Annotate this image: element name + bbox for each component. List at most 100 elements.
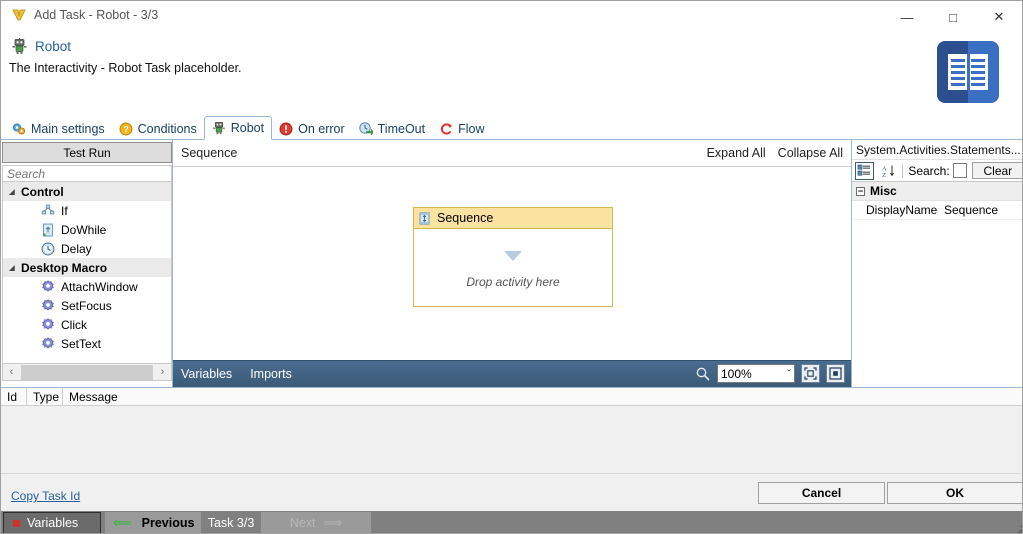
zoom-level-combobox[interactable]: 100% ˇ: [717, 364, 795, 383]
tree-group-control[interactable]: ◢ Control: [3, 182, 171, 201]
tab-label: Robot: [230, 121, 265, 135]
clock-icon: [41, 242, 55, 256]
flow-icon: [439, 122, 453, 136]
scrollbar-thumb[interactable]: [21, 364, 153, 380]
ok-button[interactable]: OK: [887, 482, 1022, 504]
close-button[interactable]: ✕: [976, 1, 1022, 33]
fit-to-screen-button[interactable]: [801, 364, 820, 383]
property-grid: System.Activities.Statements... A Z Sear…: [851, 140, 1022, 387]
workflow-canvas: Sequence Expand All Collapse All Sequenc…: [173, 140, 851, 387]
svg-text:Z: Z: [882, 172, 886, 178]
column-header-type[interactable]: Type: [27, 388, 63, 405]
expander-icon[interactable]: ◢: [3, 188, 21, 196]
maximize-button[interactable]: □: [930, 1, 976, 33]
book-line: [971, 59, 985, 62]
tree-group-desktop-macro[interactable]: ◢ Desktop Macro: [3, 258, 171, 277]
tree-item-click[interactable]: Click: [3, 315, 171, 334]
title-bar: Add Task - Robot - 3/3 — □ ✕: [1, 1, 1022, 34]
collapse-all-link[interactable]: Collapse All: [778, 146, 843, 160]
toolbar-separator: [902, 163, 904, 178]
header-title: Robot: [35, 39, 72, 54]
scroll-right-icon[interactable]: ›: [154, 366, 171, 378]
tree-item-if[interactable]: If: [3, 201, 171, 220]
variables-indicator-icon: [13, 519, 20, 527]
dialog-header: Robot The Interactivity - Robot Task pla…: [1, 34, 1022, 116]
tree-item-delay[interactable]: Delay: [3, 239, 171, 258]
message-grid: Id Type Message: [1, 387, 1022, 473]
tab-label: Main settings: [31, 121, 105, 136]
property-search-label: Search:: [908, 163, 950, 178]
canvas-surface[interactable]: Sequence Drop activity here: [173, 167, 851, 360]
sequence-activity[interactable]: Sequence Drop activity here: [413, 207, 613, 307]
book-line: [971, 65, 985, 68]
book-line: [971, 83, 985, 86]
tab-strip: Main settings ? Conditions Robot On erro…: [1, 116, 1022, 140]
tree-item-label: Delay: [61, 241, 92, 256]
property-row[interactable]: DisplayName Sequence: [852, 201, 1022, 220]
book-line: [951, 65, 965, 68]
tab-label: TimeOut: [377, 121, 426, 136]
categorized-view-icon[interactable]: [855, 161, 874, 180]
chevron-down-icon[interactable]: ˇ: [787, 367, 791, 381]
imports-panel-tab[interactable]: Imports: [250, 367, 292, 381]
sequence-icon: [418, 211, 431, 225]
toolbox-search-input[interactable]: Search: [2, 165, 172, 182]
expander-icon[interactable]: ◢: [3, 264, 21, 272]
tree-item-attachwindow[interactable]: AttachWindow: [3, 277, 171, 296]
expand-all-link[interactable]: Expand All: [707, 146, 766, 160]
copy-task-id-link[interactable]: Copy Task Id: [11, 489, 80, 503]
tab-main-settings[interactable]: Main settings: [5, 117, 112, 140]
tab-timeout[interactable]: TimeOut: [352, 117, 432, 140]
cancel-button[interactable]: Cancel: [758, 482, 885, 504]
alphabetical-sort-icon[interactable]: A Z: [879, 162, 898, 180]
tab-conditions[interactable]: ? Conditions: [112, 117, 204, 140]
collapse-icon[interactable]: −: [856, 186, 865, 196]
tab-on-error[interactable]: On error: [272, 117, 352, 140]
tree-item-setfocus[interactable]: SetFocus: [3, 296, 171, 315]
column-header-id[interactable]: Id: [1, 388, 27, 405]
previous-button[interactable]: ⟸ Previous: [105, 512, 201, 533]
variables-panel-tab[interactable]: Variables: [181, 367, 232, 381]
canvas-toolbar: Sequence Expand All Collapse All: [173, 140, 851, 167]
next-label: Next: [289, 516, 316, 530]
minimize-button[interactable]: —: [884, 1, 930, 33]
scroll-left-icon[interactable]: ‹: [3, 366, 20, 378]
tab-robot[interactable]: Robot: [203, 116, 273, 140]
magnifier-icon[interactable]: [695, 366, 711, 382]
tab-list: Main settings ? Conditions Robot On erro…: [5, 116, 492, 140]
activity-tree[interactable]: ◢ Control If DoWhile Delay ◢ Desktop Mac…: [2, 182, 172, 363]
sequence-activity-header[interactable]: Sequence: [414, 208, 612, 229]
title-bar-left: Add Task - Robot - 3/3: [11, 7, 158, 23]
canvas-panel-tabs: Variables Imports: [181, 367, 292, 381]
tree-group-label: Desktop Macro: [21, 260, 108, 275]
property-category-misc[interactable]: − Misc: [852, 182, 1022, 201]
add-task-dialog: Add Task - Robot - 3/3 — □ ✕ Robot The I…: [0, 0, 1023, 534]
property-value[interactable]: Sequence: [940, 203, 1022, 217]
drop-arrow-icon: [504, 251, 522, 261]
next-button[interactable]: Next ⟹: [261, 512, 371, 533]
status-variables-button[interactable]: Variables: [3, 512, 101, 533]
gear-icon: [41, 298, 55, 313]
toolbox-horizontal-scrollbar[interactable]: ‹ ›: [2, 363, 172, 381]
tree-item-label: If: [61, 203, 68, 218]
overview-map-button[interactable]: [826, 364, 845, 383]
breadcrumb[interactable]: Sequence: [181, 146, 237, 160]
property-clear-button[interactable]: Clear: [971, 162, 1022, 179]
tab-label: Flow: [458, 121, 485, 136]
sequence-activity-body[interactable]: Drop activity here: [414, 229, 612, 306]
app-logo-icon: [11, 7, 27, 23]
tree-item-dowhile[interactable]: DoWhile: [3, 220, 171, 239]
arrow-right-icon: ⟹: [323, 515, 343, 530]
window-controls: — □ ✕: [884, 1, 1022, 33]
test-run-button[interactable]: Test Run: [2, 142, 172, 163]
sequence-activity-title: Sequence: [437, 211, 494, 225]
robot-icon: [212, 121, 226, 135]
status-variables-label: Variables: [27, 516, 79, 530]
header-title-row: Robot: [11, 38, 71, 55]
tree-item-settext[interactable]: SetText: [3, 334, 171, 353]
tab-flow[interactable]: Flow: [432, 117, 491, 140]
task-counter: Task 3/3: [207, 516, 255, 530]
property-search-input[interactable]: [952, 163, 967, 178]
resize-grip[interactable]: [1011, 522, 1022, 533]
column-header-message[interactable]: Message: [63, 388, 263, 405]
